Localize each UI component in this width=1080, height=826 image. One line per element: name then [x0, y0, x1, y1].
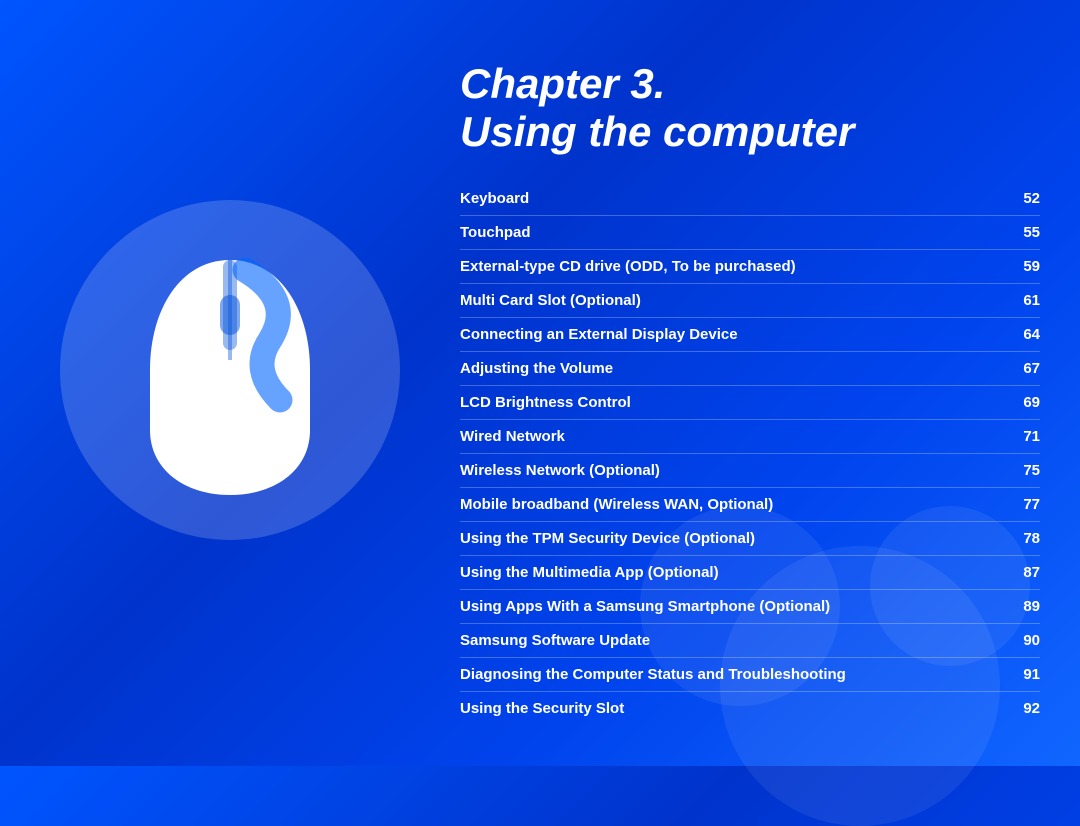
chapter-number: Chapter 3. [460, 60, 665, 107]
toc-divider [460, 691, 1040, 692]
toc-item-page: 91 [1010, 666, 1040, 683]
toc-item-page: 55 [1010, 224, 1040, 241]
toc-list: Keyboard52Touchpad55External-type CD dri… [460, 185, 1040, 722]
toc-item: Multi Card Slot (Optional)61 [460, 287, 1040, 314]
toc-divider [460, 215, 1040, 216]
toc-item-page: 52 [1010, 190, 1040, 207]
toc-item: Wired Network71 [460, 423, 1040, 450]
circle-background [60, 200, 400, 540]
toc-item: External-type CD drive (ODD, To be purch… [460, 253, 1040, 280]
toc-item-page: 87 [1010, 564, 1040, 581]
toc-item: Wireless Network (Optional)75 [460, 457, 1040, 484]
toc-item-label: Wired Network [460, 428, 1010, 445]
toc-divider [460, 419, 1040, 420]
toc-item-label: Mobile broadband (Wireless WAN, Optional… [460, 496, 1010, 513]
toc-item-page: 78 [1010, 530, 1040, 547]
chapter-heading: Chapter 3. Using the computer [460, 60, 1040, 157]
toc-item-label: Adjusting the Volume [460, 360, 1010, 377]
toc-item: Using the Multimedia App (Optional)87 [460, 559, 1040, 586]
toc-item-label: Using Apps With a Samsung Smartphone (Op… [460, 598, 1010, 615]
toc-item-page: 75 [1010, 462, 1040, 479]
toc-item: Mobile broadband (Wireless WAN, Optional… [460, 491, 1040, 518]
toc-item-label: Wireless Network (Optional) [460, 462, 1010, 479]
toc-divider [460, 623, 1040, 624]
chapter-title-text: Using the computer [460, 108, 1040, 156]
toc-item-page: 71 [1010, 428, 1040, 445]
toc-item-page: 61 [1010, 292, 1040, 309]
toc-divider [460, 487, 1040, 488]
toc-item: Using the TPM Security Device (Optional)… [460, 525, 1040, 552]
toc-divider [460, 521, 1040, 522]
toc-item: Keyboard52 [460, 185, 1040, 212]
toc-item-page: 59 [1010, 258, 1040, 275]
toc-item: Adjusting the Volume67 [460, 355, 1040, 382]
toc-divider [460, 249, 1040, 250]
toc-item-label: Using the TPM Security Device (Optional) [460, 530, 1010, 547]
toc-divider [460, 385, 1040, 386]
toc-item-label: External-type CD drive (ODD, To be purch… [460, 258, 1010, 275]
toc-item-page: 92 [1010, 700, 1040, 717]
toc-item-label: Using the Security Slot [460, 700, 1010, 717]
mouse-icon [130, 240, 330, 500]
toc-item: Using the Security Slot92 [460, 695, 1040, 722]
toc-item: Touchpad55 [460, 219, 1040, 246]
toc-divider [460, 317, 1040, 318]
toc-item-label: Touchpad [460, 224, 1010, 241]
left-illustration-panel [40, 80, 420, 660]
toc-item-page: 67 [1010, 360, 1040, 377]
right-content-panel: Chapter 3. Using the computer Keyboard52… [460, 60, 1040, 726]
toc-item-label: Using the Multimedia App (Optional) [460, 564, 1010, 581]
toc-item: Connecting an External Display Device64 [460, 321, 1040, 348]
toc-item-page: 89 [1010, 598, 1040, 615]
toc-item-label: Connecting an External Display Device [460, 326, 1010, 343]
toc-item-label: Samsung Software Update [460, 632, 1010, 649]
toc-item-label: Diagnosing the Computer Status and Troub… [460, 666, 1010, 683]
toc-item-page: 77 [1010, 496, 1040, 513]
toc-item-label: Keyboard [460, 190, 1010, 207]
toc-divider [460, 555, 1040, 556]
toc-item-page: 69 [1010, 394, 1040, 411]
toc-item: Using Apps With a Samsung Smartphone (Op… [460, 593, 1040, 620]
toc-divider [460, 283, 1040, 284]
toc-item-label: LCD Brightness Control [460, 394, 1010, 411]
toc-divider [460, 351, 1040, 352]
toc-divider [460, 657, 1040, 658]
toc-item: LCD Brightness Control69 [460, 389, 1040, 416]
toc-item-page: 90 [1010, 632, 1040, 649]
toc-item-page: 64 [1010, 326, 1040, 343]
toc-item: Samsung Software Update90 [460, 627, 1040, 654]
toc-divider [460, 453, 1040, 454]
toc-item: Diagnosing the Computer Status and Troub… [460, 661, 1040, 688]
toc-divider [460, 589, 1040, 590]
toc-item-label: Multi Card Slot (Optional) [460, 292, 1010, 309]
